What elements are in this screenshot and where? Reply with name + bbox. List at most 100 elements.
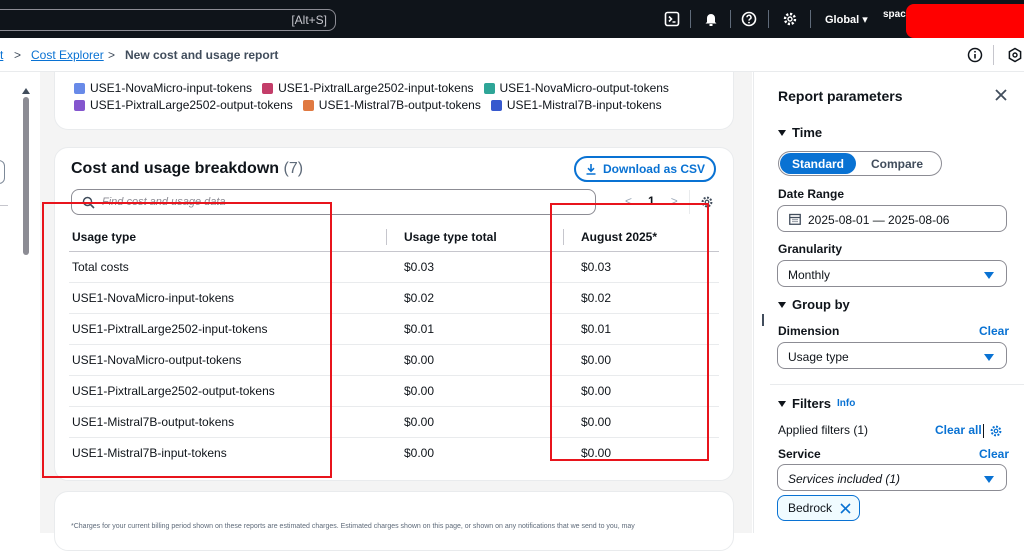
link-divider: [983, 424, 984, 438]
region-selector[interactable]: Global ▾: [825, 13, 868, 26]
time-section-toggle[interactable]: Time: [778, 125, 822, 140]
group-by-section-label: Group by: [792, 297, 850, 312]
breakdown-count: (7): [283, 160, 304, 177]
disclaimer-card: *Charges for your current billing period…: [54, 491, 734, 551]
top-navigation: [Alt+S] Global ▾ spac: [0, 0, 1024, 38]
column-header-label: Usage type total: [404, 229, 497, 244]
filter-settings-gear-icon[interactable]: [989, 424, 1003, 438]
download-csv-label: Download as CSV: [602, 162, 706, 176]
legend-item[interactable]: USE1-NovaMicro-output-tokens: [483, 81, 669, 95]
panel-resize-handle[interactable]: [762, 314, 764, 326]
granularity-select[interactable]: Monthly: [777, 260, 1007, 287]
legend-swatch: [74, 99, 85, 111]
dimension-label: Dimension: [778, 324, 840, 338]
legend-label: USE1-Mistral7B-input-tokens: [506, 98, 662, 112]
legend-label: USE1-Mistral7B-output-tokens: [318, 98, 481, 112]
utility-divider: [993, 45, 994, 65]
divider: [0, 205, 8, 206]
time-mode-segmented-control: Standard Compare: [778, 151, 942, 176]
legend-item[interactable]: USE1-PixtralLarge2502-output-tokens: [74, 98, 293, 112]
applied-filters-count: Applied filters (1): [778, 423, 869, 437]
legend-swatch: [483, 82, 495, 94]
legend-label: USE1-PixtralLarge2502-output-tokens: [90, 98, 293, 112]
chart-legend-card: USE1-NovaMicro-input-tokens USE1-Pixtral…: [54, 72, 734, 130]
nav-divider: [690, 10, 691, 28]
disclaimer-text: *Charges for your current billing period…: [71, 523, 635, 530]
section-divider: [770, 384, 1024, 385]
nav-divider: [730, 10, 731, 28]
breadcrumb-cost-explorer-link[interactable]: Cost Explorer: [31, 48, 104, 62]
service-value: Services included (1): [788, 472, 901, 486]
granularity-value: Monthly: [788, 268, 831, 282]
legend-label: USE1-NovaMicro-output-tokens: [499, 81, 669, 95]
standard-segment[interactable]: Standard: [780, 153, 856, 174]
nav-divider: [768, 10, 769, 28]
dimension-value: Usage type: [788, 350, 849, 364]
legend-label: USE1-PixtralLarge2502-input-tokens: [278, 81, 474, 95]
service-clear-link[interactable]: Clear: [979, 447, 1009, 461]
legend-swatch: [302, 99, 314, 111]
scrollbar-thumb[interactable]: [23, 97, 29, 255]
caret-down-icon: [778, 301, 786, 308]
cloudshell-icon[interactable]: [664, 11, 680, 27]
bedrock-filter-token: Bedrock: [777, 495, 861, 521]
date-range-value: 2025-08-01 — 2025-08-06: [808, 213, 950, 227]
global-search-input[interactable]: [Alt+S]: [0, 9, 336, 31]
panel-border: [753, 72, 754, 533]
date-range-label: Date Range: [778, 187, 845, 201]
legend-item[interactable]: USE1-Mistral7B-input-tokens: [490, 98, 662, 112]
dimension-clear-link[interactable]: Clear: [979, 324, 1009, 338]
legend-swatch: [74, 82, 85, 94]
time-section-label: Time: [792, 125, 823, 140]
breadcrumb: t > Cost Explorer > New cost and usage r…: [0, 38, 1024, 72]
granularity-label: Granularity: [778, 242, 843, 256]
report-parameters-title: Report parameters: [778, 88, 903, 104]
collapsed-side-panel-button[interactable]: [0, 160, 5, 184]
download-icon: [586, 164, 596, 175]
legend-swatch: [490, 99, 502, 111]
date-range-input[interactable]: 2025-08-01 — 2025-08-06: [777, 205, 1007, 232]
dropdown-caret-icon: [984, 476, 994, 483]
service-label: Service: [778, 447, 821, 461]
notifications-bell-icon[interactable]: [703, 11, 719, 27]
help-icon[interactable]: [741, 11, 757, 27]
service-select[interactable]: Services included (1): [777, 464, 1007, 491]
legend-item[interactable]: USE1-PixtralLarge2502-input-tokens: [262, 81, 474, 95]
caret-down-icon: [778, 129, 786, 136]
legend-swatch: [262, 82, 274, 94]
breakdown-title-text: Cost and usage breakdown: [71, 160, 280, 177]
legend-label: USE1-NovaMicro-input-tokens: [90, 81, 253, 95]
close-icon[interactable]: [994, 88, 1008, 102]
annotation-box-usage-type: [42, 202, 332, 478]
info-circle-icon[interactable]: [967, 47, 983, 63]
dropdown-caret-icon: [984, 354, 994, 361]
legend-item[interactable]: USE1-Mistral7B-output-tokens: [302, 98, 481, 112]
annotation-box-august: [550, 203, 709, 461]
breadcrumb-parent-link[interactable]: t: [0, 48, 3, 62]
filters-info-link[interactable]: Info: [837, 398, 855, 409]
filters-section-toggle[interactable]: Filters Info: [778, 396, 855, 411]
filters-section-label: Filters: [792, 396, 832, 411]
dimension-select[interactable]: Usage type: [777, 342, 1007, 369]
nav-divider: [810, 10, 811, 28]
compare-segment[interactable]: Compare: [857, 152, 937, 175]
account-menu[interactable]: spac: [883, 9, 906, 20]
dropdown-caret-icon: [984, 272, 994, 279]
group-by-section-toggle[interactable]: Group by: [778, 297, 850, 312]
legend-item[interactable]: USE1-NovaMicro-input-tokens: [74, 81, 252, 95]
scroll-up-arrow-icon[interactable]: [22, 88, 30, 94]
clear-all-filters-link[interactable]: Clear all: [935, 423, 982, 437]
settings-gear-icon[interactable]: [782, 11, 798, 27]
settings-hexagon-icon[interactable]: [1007, 47, 1023, 63]
token-label: Bedrock: [788, 501, 833, 515]
column-divider: [386, 229, 387, 245]
remove-token-close-icon[interactable]: [840, 502, 851, 514]
search-shortcut-hint: [Alt+S]: [291, 13, 327, 27]
report-parameters-panel: Report parameters Time Standard Compare …: [770, 72, 1024, 533]
calendar-icon: [789, 213, 801, 225]
breakdown-title: Cost and usage breakdown (7): [71, 160, 303, 178]
download-csv-button[interactable]: Download as CSV: [574, 156, 716, 182]
breadcrumb-separator: >: [108, 48, 116, 62]
caret-down-icon: [778, 400, 786, 407]
redaction-box: [906, 4, 1024, 38]
